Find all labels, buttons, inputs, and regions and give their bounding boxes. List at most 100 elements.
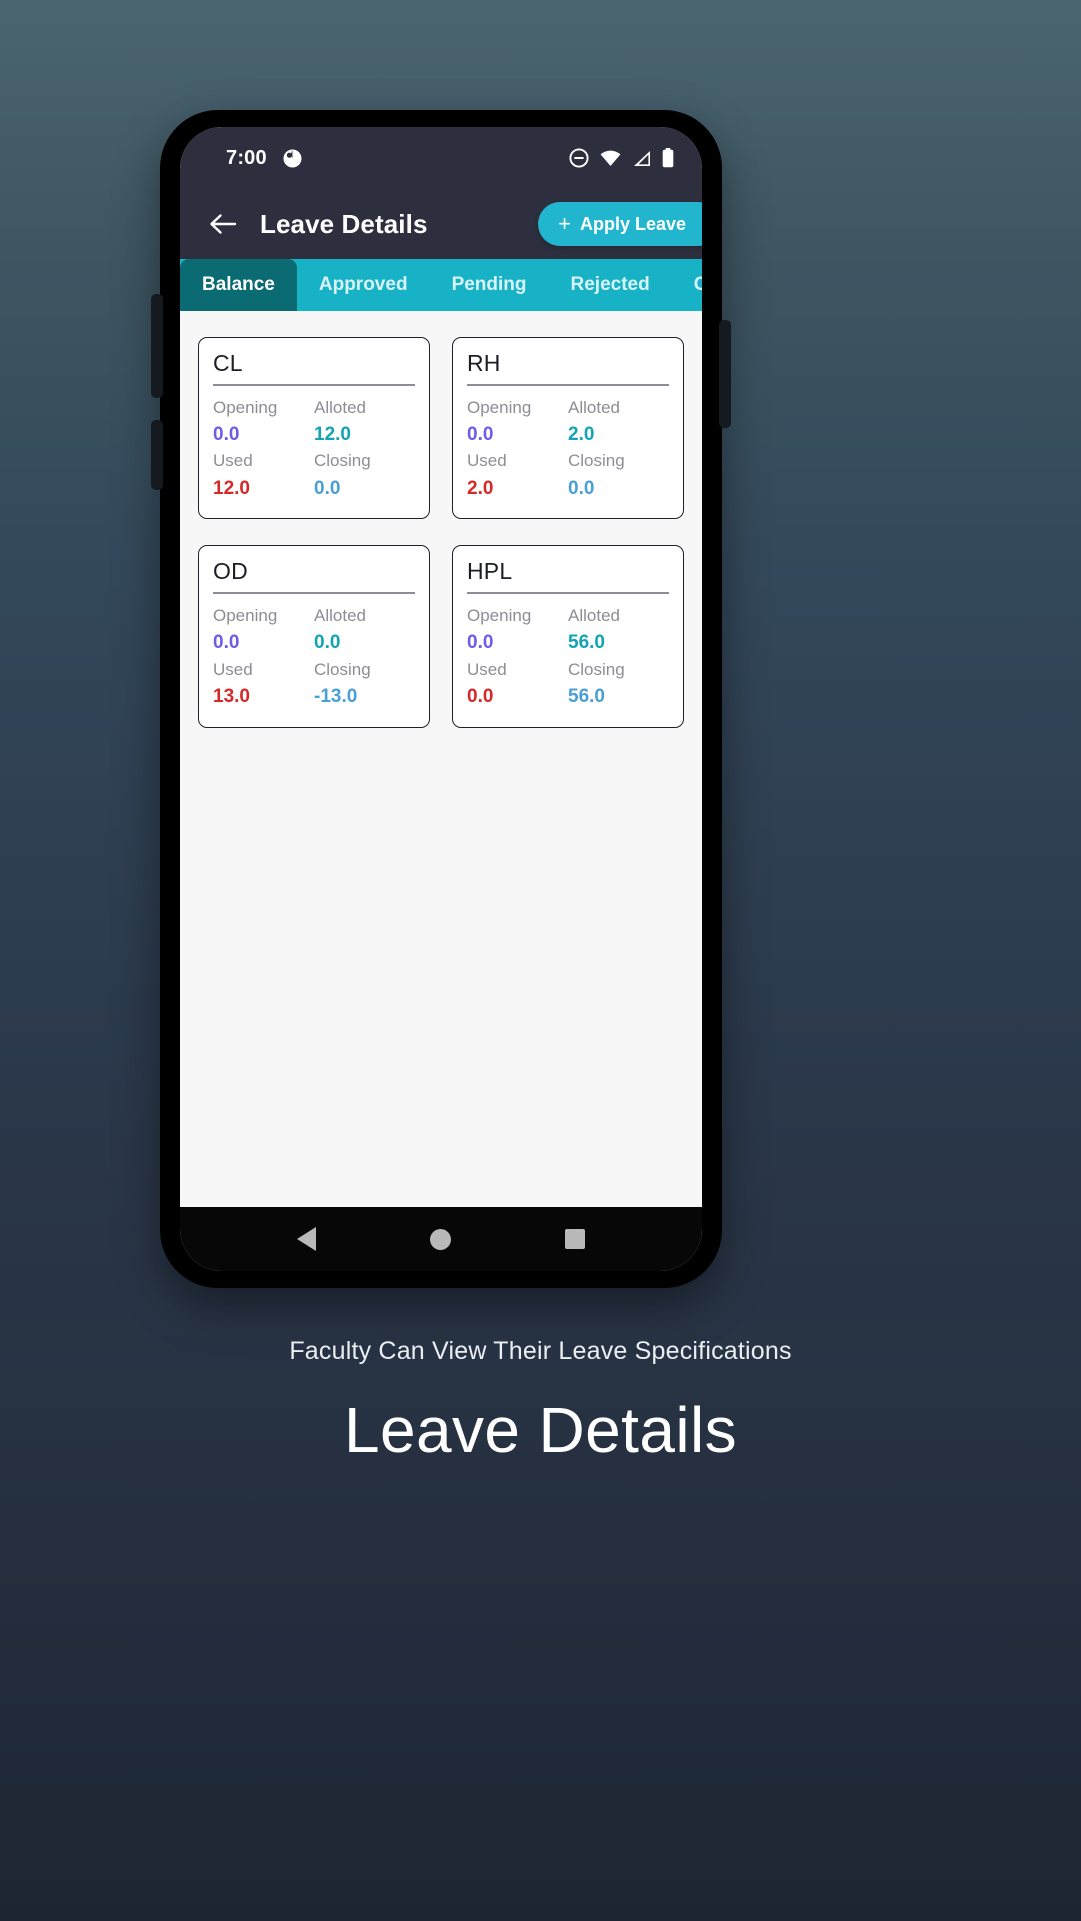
card-row: Opening 0.0 Alloted 56.0 — [467, 603, 669, 657]
value-alloted: 12.0 — [314, 423, 351, 445]
value-opening: 0.0 — [467, 632, 494, 654]
label-closing: Closing — [568, 451, 625, 471]
card-divider — [213, 592, 415, 594]
nav-recents-icon[interactable] — [565, 1229, 585, 1249]
back-button[interactable] — [202, 203, 244, 245]
label-closing: Closing — [568, 659, 625, 679]
card-row: Used 0.0 Closing 56.0 — [467, 657, 669, 711]
arrow-left-icon — [210, 214, 237, 234]
card-code: HPL — [467, 558, 513, 585]
label-alloted: Alloted — [314, 605, 366, 625]
label-closing: Closing — [314, 659, 371, 679]
card-row: Opening 0.0 Alloted 12.0 — [213, 395, 415, 449]
label-alloted: Alloted — [568, 397, 620, 417]
label-alloted: Alloted — [568, 605, 620, 625]
label-opening: Opening — [467, 605, 532, 625]
card-cell-closing: Closing 56.0 — [568, 657, 669, 711]
plus-icon: + — [558, 211, 571, 236]
card-cell-alloted: Alloted 2.0 — [568, 395, 669, 449]
card-cell-used: Used 12.0 — [213, 448, 314, 502]
label-used: Used — [467, 659, 507, 679]
value-closing: 0.0 — [568, 477, 595, 499]
tab-balance[interactable]: Balance — [180, 259, 297, 311]
value-used: 2.0 — [467, 477, 494, 499]
balance-card[interactable]: OD Opening 0.0 Alloted 0.0 Used 13.0 Closing -13… — [198, 545, 430, 728]
balance-card[interactable]: HPL Opening 0.0 Alloted 56.0 Used 0.0 Closing 56… — [452, 545, 684, 728]
value-used: 12.0 — [213, 477, 250, 499]
phone-mockup-frame: 7:00 Leave Details + Apply Leave Balance… — [151, 110, 731, 1288]
status-right-icons — [569, 148, 674, 168]
value-closing: 56.0 — [568, 686, 605, 708]
wifi-icon — [600, 150, 621, 166]
card-row: Opening 0.0 Alloted 0.0 — [213, 603, 415, 657]
do-not-disturb-icon — [569, 148, 589, 168]
card-divider — [467, 592, 669, 594]
card-row: Opening 0.0 Alloted 2.0 — [467, 395, 669, 449]
balance-card-grid: CL Opening 0.0 Alloted 12.0 Used 12.0 Closing 0.… — [198, 337, 684, 728]
card-cell-opening: Opening 0.0 — [213, 395, 314, 449]
label-opening: Opening — [213, 605, 278, 625]
value-used: 13.0 — [213, 686, 250, 708]
tab-pending[interactable]: Pending — [430, 259, 549, 311]
phone-screen: 7:00 Leave Details + Apply Leave Balance… — [180, 127, 702, 1271]
power-button[interactable] — [151, 420, 163, 490]
card-code: OD — [213, 558, 248, 585]
tab-approved[interactable]: Approved — [297, 259, 430, 311]
card-row: Used 2.0 Closing 0.0 — [467, 448, 669, 502]
label-used: Used — [213, 451, 253, 471]
label-used: Used — [213, 659, 253, 679]
status-bar: 7:00 — [180, 127, 702, 189]
card-cell-alloted: Alloted 56.0 — [568, 603, 669, 657]
apply-leave-button[interactable]: + Apply Leave — [538, 202, 702, 246]
card-row: Used 12.0 Closing 0.0 — [213, 448, 415, 502]
value-alloted: 56.0 — [568, 632, 605, 654]
value-used: 0.0 — [467, 686, 494, 708]
card-divider — [467, 384, 669, 386]
balance-card[interactable]: RH Opening 0.0 Alloted 2.0 Used 2.0 Closing 0.0 — [452, 337, 684, 520]
card-cell-alloted: Alloted 0.0 — [314, 603, 415, 657]
notification-dot-icon — [283, 149, 302, 167]
balance-card[interactable]: CL Opening 0.0 Alloted 12.0 Used 12.0 Closing 0.… — [198, 337, 430, 520]
card-code: RH — [467, 350, 501, 376]
page-title: Leave Details — [260, 208, 428, 239]
value-closing: -13.0 — [314, 686, 358, 708]
value-alloted: 0.0 — [314, 632, 341, 654]
card-cell-closing: Closing 0.0 — [568, 448, 669, 502]
nav-back-icon[interactable] — [297, 1227, 316, 1251]
side-button-right[interactable] — [719, 320, 731, 428]
card-cell-opening: Opening 0.0 — [213, 603, 314, 657]
value-alloted: 2.0 — [568, 423, 595, 445]
volume-button[interactable] — [151, 294, 163, 398]
apply-leave-label: Apply Leave — [579, 213, 686, 234]
label-opening: Opening — [213, 397, 278, 417]
value-opening: 0.0 — [213, 423, 240, 445]
tab-rejected[interactable]: Rejected — [549, 259, 672, 311]
card-cell-opening: Opening 0.0 — [467, 395, 568, 449]
tab-bar: Balance Approved Pending Rejected C — [180, 259, 702, 311]
balance-content: CL Opening 0.0 Alloted 12.0 Used 12.0 Closing 0.… — [180, 311, 702, 1207]
card-cell-opening: Opening 0.0 — [467, 603, 568, 657]
android-nav-bar — [180, 1207, 702, 1271]
card-cell-alloted: Alloted 12.0 — [314, 395, 415, 449]
value-opening: 0.0 — [213, 632, 240, 654]
nav-home-icon[interactable] — [430, 1228, 451, 1250]
status-left-icons — [283, 149, 302, 168]
card-cell-closing: Closing 0.0 — [314, 448, 415, 502]
value-closing: 0.0 — [314, 477, 341, 499]
card-row: Used 13.0 Closing -13.0 — [213, 657, 415, 711]
card-cell-used: Used 2.0 — [467, 448, 568, 502]
card-cell-used: Used 0.0 — [467, 657, 568, 711]
label-closing: Closing — [314, 451, 371, 471]
status-clock: 7:00 — [226, 146, 267, 169]
card-divider — [213, 384, 415, 386]
card-cell-used: Used 13.0 — [213, 657, 314, 711]
caption-subtitle: Faculty Can View Their Leave Specificati… — [289, 1337, 792, 1365]
caption-title: Leave Details — [344, 1394, 737, 1466]
app-bar: Leave Details + Apply Leave — [180, 189, 702, 259]
value-opening: 0.0 — [467, 423, 494, 445]
label-alloted: Alloted — [314, 397, 366, 417]
card-cell-closing: Closing -13.0 — [314, 657, 415, 711]
tab-c[interactable]: C — [672, 259, 702, 311]
label-opening: Opening — [467, 397, 532, 417]
cellular-signal-icon — [634, 150, 650, 166]
